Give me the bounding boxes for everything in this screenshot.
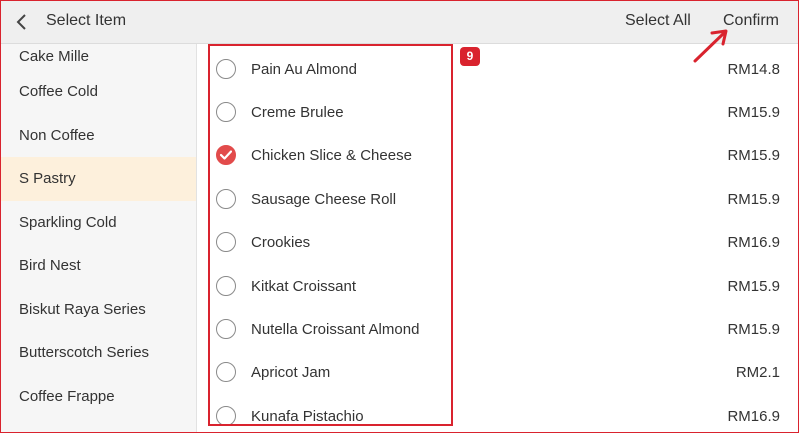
item-price: RM15.9 [727, 321, 780, 338]
annotation-badge: 9 [460, 47, 480, 66]
sidebar-item-label: Butterscotch Series [19, 344, 150, 361]
sidebar-item-label: Biskut Raya Series [19, 300, 146, 318]
sidebar-item-label: Sparkling Cold [19, 213, 117, 231]
page-title: Select Item [46, 12, 127, 29]
radio-icon[interactable] [216, 319, 236, 339]
radio-icon[interactable] [216, 362, 236, 382]
sidebar-item-label: Cake Mille [19, 48, 90, 65]
item-price: RM15.9 [727, 191, 780, 208]
item-price: RM16.9 [727, 234, 780, 251]
item-name: Creme Brulee [251, 104, 344, 121]
sidebar-item[interactable]: Biskut Raya Series [1, 288, 196, 332]
item-price: RM15.9 [727, 104, 780, 121]
sidebar-item[interactable]: S Pastry [1, 157, 196, 201]
item-name: Pain Au Almond [251, 61, 357, 78]
list-item[interactable]: Apricot Jam RM2.1 [197, 351, 798, 394]
chevron-left-icon[interactable] [15, 13, 29, 31]
radio-icon[interactable] [216, 232, 236, 252]
item-name: Chicken Slice & Cheese [251, 147, 412, 164]
list-item[interactable]: Crookies RM16.9 [197, 221, 798, 264]
select-all-button[interactable]: Select All [625, 12, 691, 30]
sidebar-item-label: Coffee Cold [19, 83, 98, 100]
radio-icon[interactable] [216, 276, 236, 296]
sidebar-item[interactable]: Butterscotch Series [1, 331, 196, 375]
item-price: RM15.9 [727, 278, 780, 295]
radio-icon[interactable] [216, 102, 236, 122]
sidebar-item[interactable]: Sparkling Cold [1, 201, 196, 245]
sidebar-item[interactable]: Cake Mille [1, 44, 196, 70]
sidebar-item-label: Non Coffee [19, 126, 95, 144]
item-price: RM2.1 [735, 364, 780, 381]
top-bar: Select Item Select All Confirm [1, 1, 798, 44]
app-window: Select Item Select All Confirm Cake Mill… [0, 0, 799, 433]
list-item[interactable]: Kitkat Croissant RM15.9 [197, 265, 798, 308]
list-item[interactable]: Creme Brulee RM15.9 [197, 91, 798, 134]
list-item[interactable]: Sausage Cheese Roll RM15.9 [197, 178, 798, 221]
item-price: RM14.8 [727, 61, 780, 78]
sidebar-item-label: S Pastry [19, 170, 76, 187]
sidebar-item-label: Bird Nest [19, 257, 81, 274]
sidebar-item[interactable]: Coffee Cold [1, 70, 196, 114]
item-name: Crookies [251, 234, 311, 251]
item-price: RM16.9 [727, 408, 780, 425]
item-name: Kitkat Croissant [251, 278, 357, 295]
radio-icon[interactable] [216, 406, 236, 426]
item-name: Nutella Croissant Almond [251, 321, 420, 338]
item-name: Kunafa Pistachio [251, 408, 364, 425]
list-item[interactable]: Kunafa Pistachio RM16.9 [197, 395, 798, 432]
item-name: Apricot Jam [251, 364, 331, 381]
sidebar-item[interactable]: Bird Nest [1, 244, 196, 288]
category-sidebar: Cake Mille Coffee Cold Non Coffee S Pastry S… [1, 44, 197, 432]
checked-radio-icon[interactable] [216, 145, 236, 165]
sidebar-item-label: Coffee Frappe [19, 387, 115, 405]
item-price: RM15.9 [727, 147, 780, 164]
sidebar-item[interactable]: Coffee Frappe [1, 375, 196, 419]
list-item[interactable]: Pain Au Almond RM14.8 [197, 48, 798, 91]
sidebar-item[interactable]: Non Coffee [1, 114, 196, 158]
radio-icon[interactable] [216, 189, 236, 209]
confirm-button[interactable]: Confirm [723, 12, 779, 30]
list-item[interactable]: Nutella Croissant Almond RM15.9 [197, 308, 798, 351]
list-item[interactable]: Chicken Slice & Cheese RM15.9 [197, 134, 798, 177]
item-name: Sausage Cheese Roll [251, 191, 397, 208]
radio-icon[interactable] [216, 59, 236, 79]
item-list: Pain Au Almond RM14.8 Creme Brulee RM15.9 Ch… [197, 44, 798, 432]
